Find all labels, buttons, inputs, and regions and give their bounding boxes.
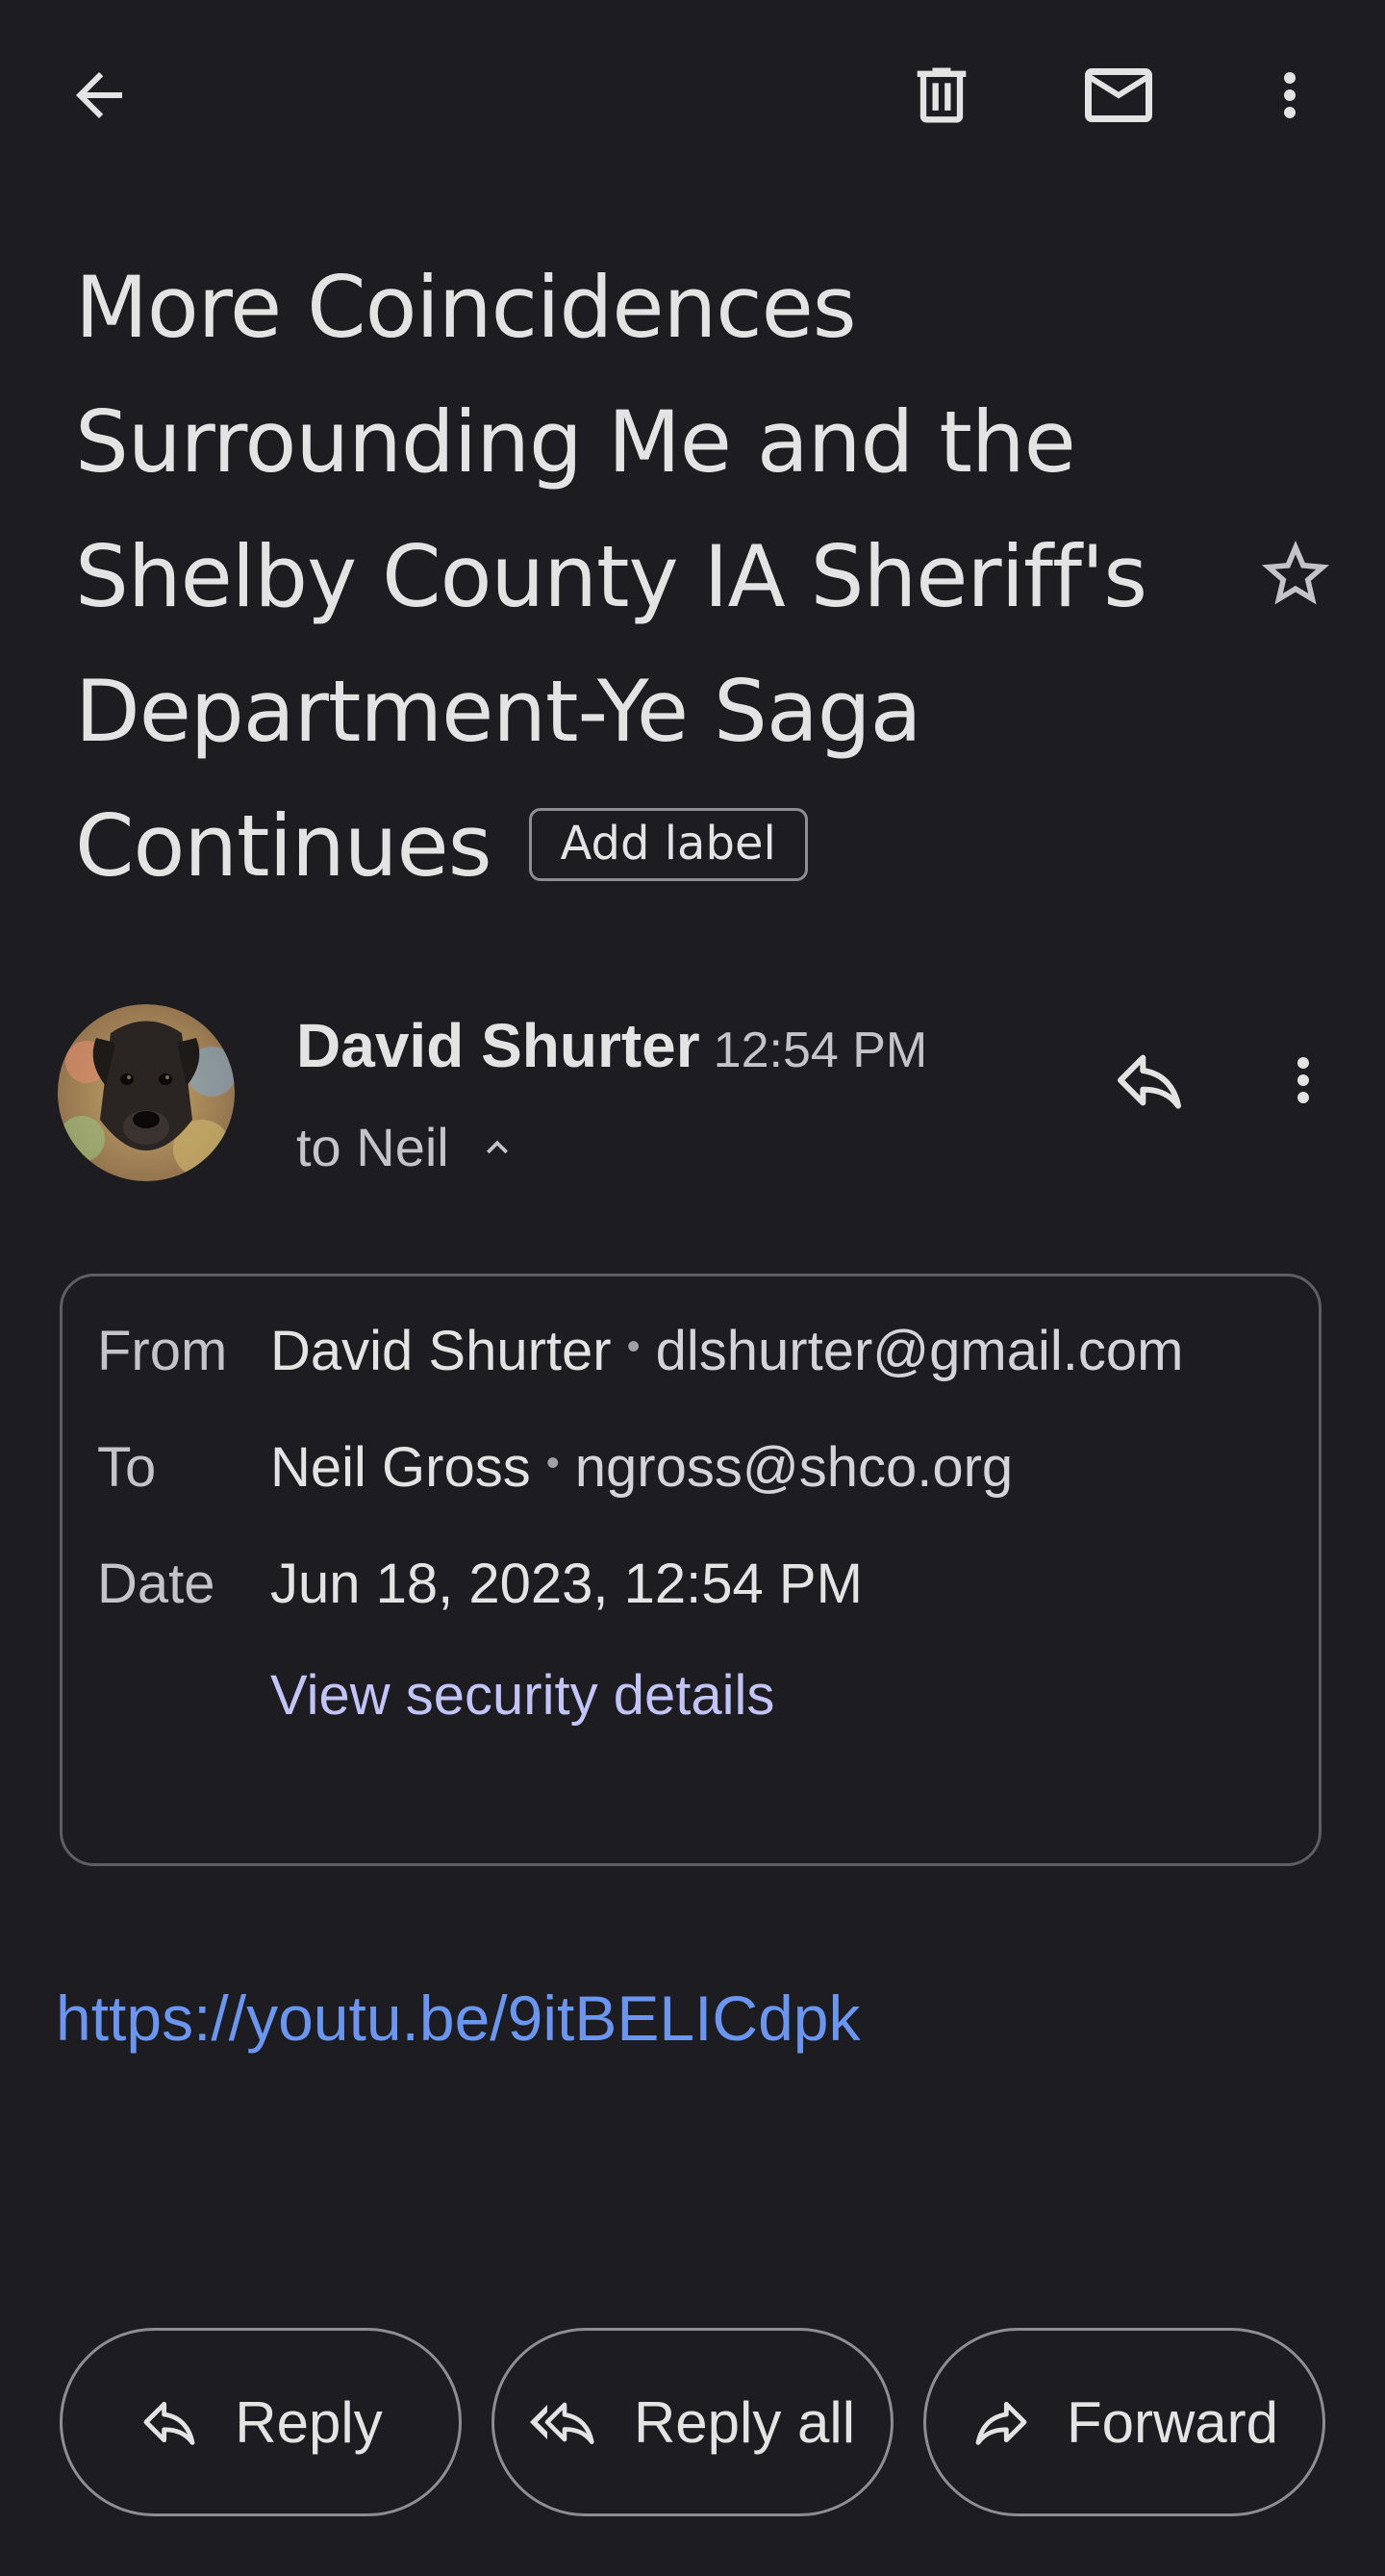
to-label: To [97, 1436, 157, 1499]
forward-label: Forward [1066, 2389, 1279, 2455]
mail-icon [1085, 68, 1152, 122]
reply-button[interactable]: Reply [60, 2328, 462, 2516]
email-subject: More Coincidences Surrounding Me and the… [75, 240, 1191, 914]
back-button[interactable] [46, 42, 152, 148]
date-value: Jun 18, 2023, 12:54 PM [270, 1553, 863, 1615]
reply-label: Reply [235, 2389, 383, 2455]
reply-all-button[interactable]: Reply all [491, 2328, 894, 2516]
more-options-button[interactable] [1237, 42, 1343, 148]
reply-icon-button[interactable] [1096, 1027, 1202, 1133]
avatar[interactable] [58, 1004, 235, 1181]
date-label: Date [97, 1553, 215, 1615]
sender-name: David Shurter [296, 1011, 700, 1080]
to-line-text: to Neil [296, 1117, 449, 1177]
message-details-panel: From David Shurter • dlshurter@gmail.com… [60, 1274, 1322, 1866]
star-outline-icon [1262, 541, 1329, 605]
forward-icon [975, 2401, 1027, 2445]
star-button[interactable] [1243, 521, 1348, 627]
delete-button[interactable] [889, 42, 995, 148]
from-name: David Shurter [270, 1320, 612, 1382]
reply-icon [1118, 1054, 1181, 1109]
to-row: To Neil Gross • ngross@shco.org [97, 1435, 1013, 1500]
separator-dot: • [626, 1326, 641, 1368]
date-row: Date Jun 18, 2023, 12:54 PM [97, 1552, 863, 1616]
from-row: From David Shurter • dlshurter@gmail.com [97, 1319, 1183, 1383]
to-email[interactable]: ngross@shco.org [575, 1435, 1013, 1500]
sender-name-row: David Shurter 12:54 PM [296, 1010, 927, 1081]
more-vertical-icon [1297, 1057, 1309, 1103]
reply-icon [143, 2401, 195, 2445]
dog-photo-icon [58, 1004, 235, 1181]
reply-all-icon [529, 2402, 594, 2444]
view-security-details-link[interactable]: View security details [270, 1663, 774, 1728]
arrow-back-icon [76, 72, 122, 118]
mark-unread-button[interactable] [1066, 42, 1171, 148]
to-name: Neil Gross [270, 1436, 531, 1499]
trash-icon [917, 67, 967, 123]
from-label: From [97, 1320, 228, 1382]
subject-text: More Coincidences Surrounding Me and the… [75, 258, 1147, 896]
more-vertical-icon [1284, 72, 1296, 118]
sent-time: 12:54 PM [713, 1023, 928, 1078]
recipient-toggle[interactable]: to Neil [296, 1116, 518, 1178]
message-more-button[interactable] [1250, 1027, 1356, 1133]
reply-all-label: Reply all [633, 2389, 856, 2455]
from-email[interactable]: dlshurter@gmail.com [656, 1319, 1184, 1383]
chevron-up-icon [486, 1140, 508, 1153]
separator-dot: • [545, 1442, 560, 1484]
forward-button[interactable]: Forward [923, 2328, 1325, 2516]
add-label-button[interactable]: Add label [528, 808, 808, 882]
youtube-link[interactable]: https://youtu.be/9itBELICdpk [56, 1982, 861, 2055]
